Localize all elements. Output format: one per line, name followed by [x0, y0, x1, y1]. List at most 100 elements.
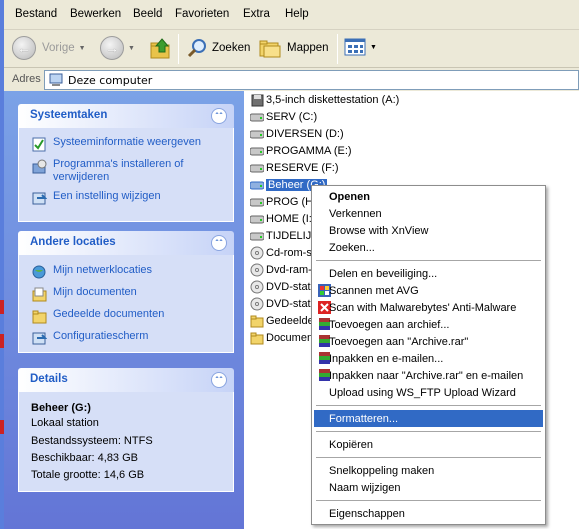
- views-icon: [344, 38, 366, 56]
- search-icon: [187, 39, 206, 58]
- menu-separator: [316, 431, 541, 432]
- cm-create-shortcut[interactable]: Snelkoppeling maken: [314, 462, 543, 479]
- address-bar: Adres Deze computer: [4, 69, 579, 91]
- drive-item-dvd1[interactable]: DVD-stati: [250, 279, 313, 295]
- hard-drive-icon: [250, 144, 264, 158]
- details-title: Details: [30, 373, 68, 385]
- folders-label: Mappen: [287, 42, 329, 54]
- folder-item-documents[interactable]: Documen: [250, 330, 313, 346]
- drive-label: DVD-stati: [266, 281, 314, 293]
- cm-sharing-security[interactable]: Delen en beveiliging...: [314, 265, 543, 282]
- task-change-setting[interactable]: Een instelling wijzigen: [31, 190, 225, 206]
- cm-scan-avg[interactable]: Scannen met AVG: [314, 282, 543, 299]
- cm-label: Delen en beveiliging...: [329, 267, 438, 280]
- folder-item-shared[interactable]: Gedeelde: [250, 313, 314, 329]
- search-button[interactable]: Zoeken: [187, 37, 250, 59]
- address-input[interactable]: Deze computer: [44, 70, 579, 90]
- system-tasks-header[interactable]: Systeemtaken ˆˆ: [18, 104, 234, 128]
- chevron-down-icon: ▼: [78, 44, 86, 52]
- chevron-down-icon: ▼: [128, 44, 135, 52]
- drive-item-floppy[interactable]: 3,5-inch diskettestation (A:): [250, 92, 399, 108]
- cm-label: Snelkoppeling maken: [329, 464, 435, 477]
- collapse-icon[interactable]: ˆˆ: [211, 108, 227, 124]
- views-button[interactable]: ▼: [344, 37, 377, 57]
- task-label: Programma's installeren of verwijderen: [53, 158, 184, 183]
- cm-label: Zoeken...: [329, 241, 375, 254]
- toolbar-separator: [337, 34, 338, 64]
- up-folder-icon: [150, 38, 170, 59]
- cm-add-to-archive-rar[interactable]: Toevoegen aan "Archive.rar": [314, 333, 543, 350]
- cm-open[interactable]: Openen: [314, 188, 543, 205]
- cm-rename[interactable]: Naam wijzigen: [314, 479, 543, 496]
- forward-button[interactable]: → ▼: [100, 36, 135, 60]
- back-button[interactable]: ← Vorige ▼: [12, 36, 86, 60]
- cm-label: Verkennen: [329, 207, 382, 220]
- details-panel: Details ˆˆ Beheer (G:) Lokaal station Be…: [18, 368, 234, 492]
- drive-item-tijdelijk[interactable]: TIJDELIJK: [250, 228, 319, 244]
- task-system-info[interactable]: Systeeminformatie weergeven: [31, 136, 225, 152]
- details-header[interactable]: Details ˆˆ: [18, 368, 234, 392]
- drive-item-c[interactable]: SERV (C:): [250, 109, 317, 125]
- folders-button[interactable]: Mappen: [258, 37, 329, 59]
- task-add-remove-programs[interactable]: Programma's installeren of verwijderen: [31, 158, 225, 184]
- drive-item-d[interactable]: DIVERSEN (D:): [250, 126, 344, 142]
- hard-drive-icon: [250, 195, 264, 209]
- cm-ws-ftp-upload[interactable]: Upload using WS_FTP Upload Wizard: [314, 384, 543, 401]
- menu-favorieten[interactable]: Favorieten: [175, 8, 229, 20]
- folders-icon: [259, 40, 281, 58]
- drive-item-h[interactable]: PROG (H:: [250, 194, 316, 210]
- place-network[interactable]: Mijn netwerklocaties: [31, 264, 225, 280]
- up-folder-button[interactable]: [149, 36, 173, 60]
- cm-compress-rar-email[interactable]: Inpakken naar "Archive.rar" en e-mailen: [314, 367, 543, 384]
- folder-icon: [250, 314, 264, 328]
- place-control-panel[interactable]: Configuratiescherm: [31, 330, 225, 346]
- cm-label: Upload using WS_FTP Upload Wizard: [329, 386, 516, 399]
- cm-copy[interactable]: Kopiëren: [314, 436, 543, 453]
- system-tasks-body: Systeeminformatie weergeven Programma's …: [18, 128, 234, 222]
- folder-icon: [250, 331, 264, 345]
- task-label: Systeeminformatie weergeven: [53, 136, 201, 148]
- cm-scan-malwarebytes[interactable]: Scan with Malwarebytes' Anti-Malware: [314, 299, 543, 316]
- search-label: Zoeken: [212, 42, 251, 54]
- drive-item-e[interactable]: PROGAMMA (E:): [250, 143, 352, 159]
- dvd-drive-icon: [250, 263, 264, 277]
- collapse-icon[interactable]: ˆˆ: [211, 235, 227, 251]
- drive-item-i[interactable]: HOME (I:: [250, 211, 312, 227]
- system-info-icon: [31, 136, 47, 152]
- toolbar-separator: [178, 34, 179, 64]
- place-my-documents[interactable]: Mijn documenten: [31, 286, 225, 302]
- other-places-header[interactable]: Andere locaties ˆˆ: [18, 231, 234, 255]
- drive-item-dvdram[interactable]: Dvd-ram-: [250, 262, 312, 278]
- drive-label: 3,5-inch diskettestation (A:): [266, 94, 400, 106]
- drive-label: DIVERSEN (D:): [266, 128, 344, 140]
- cm-explore[interactable]: Verkennen: [314, 205, 543, 222]
- drive-label: Gedeelde: [266, 315, 314, 327]
- menu-bewerken[interactable]: Bewerken: [70, 8, 121, 20]
- drive-label: Documen: [266, 332, 314, 344]
- drive-item-dvd2[interactable]: DVD-stati: [250, 296, 313, 312]
- drive-item-cdrom[interactable]: Cd-rom-s: [250, 245, 312, 261]
- cm-compress-email[interactable]: Inpakken en e-mailen...: [314, 350, 543, 367]
- details-drive-type: Lokaal station: [31, 417, 99, 429]
- cm-properties[interactable]: Eigenschappen: [314, 505, 543, 522]
- drive-item-f[interactable]: RESERVE (F:): [250, 160, 339, 176]
- context-menu: Openen Verkennen Browse with XnView Zoek…: [311, 185, 546, 525]
- cm-label: Eigenschappen: [329, 507, 405, 520]
- cm-add-to-archive[interactable]: Toevoegen aan archief...: [314, 316, 543, 333]
- place-shared-documents[interactable]: Gedeelde documenten: [31, 308, 225, 324]
- place-label: Mijn netwerklocaties: [53, 264, 153, 276]
- details-filesystem: Bestandssysteem: NTFS: [31, 435, 153, 447]
- cm-format[interactable]: Formatteren...: [314, 410, 543, 427]
- control-panel-icon: [31, 330, 47, 346]
- menu-separator: [316, 500, 541, 501]
- menu-beeld[interactable]: Beeld: [133, 8, 162, 20]
- menu-bestand[interactable]: Bestand: [15, 8, 57, 20]
- menu-separator: [316, 260, 541, 261]
- menu-extra[interactable]: Extra: [243, 8, 270, 20]
- collapse-icon[interactable]: ˆˆ: [211, 372, 227, 388]
- task-label: Een instelling wijzigen: [53, 190, 161, 202]
- cm-browse-xnview[interactable]: Browse with XnView: [314, 222, 543, 239]
- menu-help[interactable]: Help: [285, 8, 309, 20]
- cm-label: Inpakken en e-mailen...: [329, 352, 444, 365]
- cm-search[interactable]: Zoeken...: [314, 239, 543, 256]
